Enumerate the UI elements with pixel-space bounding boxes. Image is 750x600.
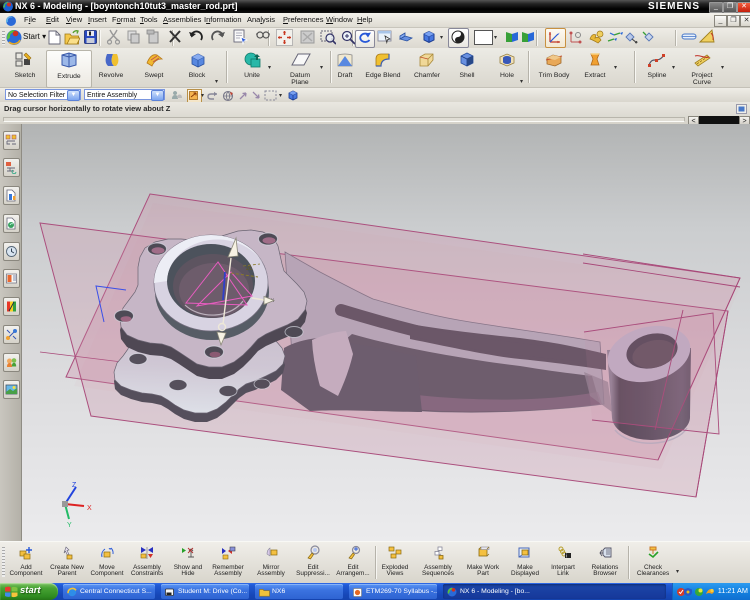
svg-text:zc: zc (246, 266, 252, 272)
svg-text:Z: Z (72, 482, 77, 489)
svg-text:i: i (566, 554, 567, 560)
svg-text:Y: Y (67, 522, 72, 529)
svg-text:X: X (87, 505, 92, 512)
